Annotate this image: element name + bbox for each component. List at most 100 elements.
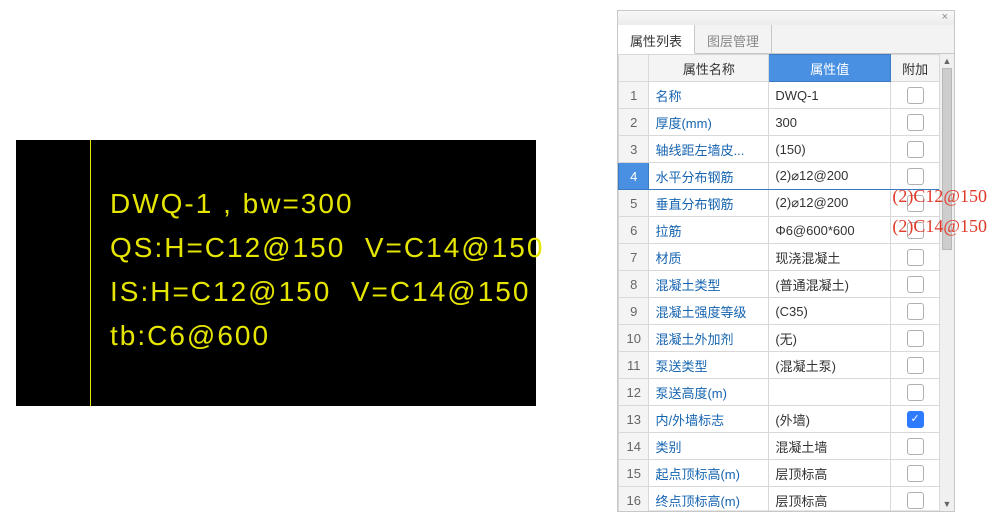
row-index[interactable]: 13 [619, 406, 649, 433]
tab-attributes[interactable]: 属性列表 [618, 25, 695, 54]
checkbox[interactable] [907, 384, 924, 401]
row-index[interactable]: 8 [619, 271, 649, 298]
header-extra[interactable]: 附加 [891, 55, 940, 82]
header-name[interactable]: 属性名称 [649, 55, 769, 82]
checkbox[interactable] [907, 438, 924, 455]
table-row[interactable]: 7材质现浇混凝土 [619, 244, 940, 271]
row-index[interactable]: 10 [619, 325, 649, 352]
prop-name[interactable]: 泵送高度(m) [649, 379, 769, 406]
prop-value[interactable]: 层顶标高 [769, 487, 891, 512]
prop-value[interactable]: (无) [769, 325, 891, 352]
header-value[interactable]: 属性值 [769, 55, 891, 82]
prop-value[interactable]: (2)⌀12@200 [769, 190, 891, 217]
prop-name[interactable]: 起点顶标高(m) [649, 460, 769, 487]
row-index[interactable]: 3 [619, 136, 649, 163]
prop-name[interactable]: 混凝土类型 [649, 271, 769, 298]
prop-extra[interactable] [891, 244, 940, 271]
table-row[interactable]: 2厚度(mm)300 [619, 109, 940, 136]
scroll-up-icon[interactable]: ▲ [940, 54, 954, 68]
vertical-scrollbar[interactable]: ▲ ▼ [939, 54, 954, 511]
prop-name[interactable]: 泵送类型 [649, 352, 769, 379]
tab-layers[interactable]: 图层管理 [695, 25, 772, 53]
scroll-down-icon[interactable]: ▼ [940, 497, 954, 511]
checkbox[interactable] [907, 492, 924, 509]
table-row[interactable]: 12泵送高度(m) [619, 379, 940, 406]
prop-name[interactable]: 混凝土强度等级 [649, 298, 769, 325]
row-index[interactable]: 4 [619, 163, 649, 190]
row-index[interactable]: 11 [619, 352, 649, 379]
row-index[interactable]: 16 [619, 487, 649, 512]
prop-extra[interactable] [891, 82, 940, 109]
prop-extra[interactable] [891, 325, 940, 352]
prop-name[interactable]: 混凝土外加剂 [649, 325, 769, 352]
table-row[interactable]: 16终点顶标高(m)层顶标高 [619, 487, 940, 512]
row-index[interactable]: 2 [619, 109, 649, 136]
table-row[interactable]: 8混凝土类型(普通混凝土) [619, 271, 940, 298]
table-row[interactable]: 11泵送类型(混凝土泵) [619, 352, 940, 379]
prop-extra[interactable] [891, 163, 940, 190]
row-index[interactable]: 14 [619, 433, 649, 460]
prop-name[interactable]: 轴线距左墙皮... [649, 136, 769, 163]
prop-name[interactable]: 厚度(mm) [649, 109, 769, 136]
prop-extra[interactable] [891, 190, 940, 217]
prop-name[interactable]: 终点顶标高(m) [649, 487, 769, 512]
row-index[interactable]: 6 [619, 217, 649, 244]
checkbox[interactable] [907, 87, 924, 104]
table-row[interactable]: 6拉筋Φ6@600*600 [619, 217, 940, 244]
table-row[interactable]: 3轴线距左墙皮...(150) [619, 136, 940, 163]
checkbox[interactable] [907, 303, 924, 320]
row-index[interactable]: 12 [619, 379, 649, 406]
prop-name[interactable]: 垂直分布钢筋 [649, 190, 769, 217]
checkbox[interactable] [907, 141, 924, 158]
checkbox[interactable] [907, 168, 924, 185]
prop-value[interactable]: (C35) [769, 298, 891, 325]
row-index[interactable]: 5 [619, 190, 649, 217]
row-index[interactable]: 9 [619, 298, 649, 325]
table-row[interactable]: 15起点顶标高(m)层顶标高 [619, 460, 940, 487]
table-row[interactable]: 14类别混凝土墙 [619, 433, 940, 460]
prop-value[interactable]: DWQ-1 [769, 82, 891, 109]
prop-extra[interactable] [891, 379, 940, 406]
prop-extra[interactable] [891, 460, 940, 487]
prop-extra[interactable] [891, 298, 940, 325]
prop-name[interactable]: 材质 [649, 244, 769, 271]
row-index[interactable]: 1 [619, 82, 649, 109]
table-row[interactable]: 13内/外墙标志(外墙) [619, 406, 940, 433]
table-row[interactable]: 4水平分布钢筋(2)⌀12@200 [619, 163, 940, 190]
prop-name[interactable]: 名称 [649, 82, 769, 109]
prop-extra[interactable] [891, 217, 940, 244]
checkbox[interactable] [907, 276, 924, 293]
prop-extra[interactable] [891, 136, 940, 163]
checkbox[interactable] [907, 411, 924, 428]
prop-value[interactable]: (混凝土泵) [769, 352, 891, 379]
prop-value[interactable]: (外墙) [769, 406, 891, 433]
cad-viewport[interactable]: DWQ-1 , bw=300 QS:H=C12@150 V=C14@150 IS… [16, 140, 536, 406]
checkbox[interactable] [907, 465, 924, 482]
prop-extra[interactable] [891, 433, 940, 460]
table-row[interactable]: 10混凝土外加剂(无) [619, 325, 940, 352]
checkbox[interactable] [907, 357, 924, 374]
prop-extra[interactable] [891, 352, 940, 379]
close-icon[interactable]: × [942, 11, 948, 23]
prop-name[interactable]: 拉筋 [649, 217, 769, 244]
checkbox[interactable] [907, 249, 924, 266]
checkbox[interactable] [907, 114, 924, 131]
prop-value[interactable]: (150) [769, 136, 891, 163]
row-index[interactable]: 7 [619, 244, 649, 271]
table-row[interactable]: 1名称DWQ-1 [619, 82, 940, 109]
prop-extra[interactable] [891, 487, 940, 512]
table-row[interactable]: 5垂直分布钢筋(2)⌀12@200 [619, 190, 940, 217]
prop-name[interactable]: 内/外墙标志 [649, 406, 769, 433]
prop-extra[interactable] [891, 271, 940, 298]
prop-value[interactable]: 300 [769, 109, 891, 136]
prop-name[interactable]: 类别 [649, 433, 769, 460]
prop-value[interactable]: (普通混凝土) [769, 271, 891, 298]
prop-extra[interactable] [891, 406, 940, 433]
prop-name[interactable]: 水平分布钢筋 [649, 163, 769, 190]
prop-value[interactable]: Φ6@600*600 [769, 217, 891, 244]
scroll-thumb[interactable] [942, 68, 952, 250]
prop-extra[interactable] [891, 109, 940, 136]
prop-value[interactable]: 混凝土墙 [769, 433, 891, 460]
prop-value[interactable] [769, 379, 891, 406]
checkbox[interactable] [907, 222, 924, 239]
